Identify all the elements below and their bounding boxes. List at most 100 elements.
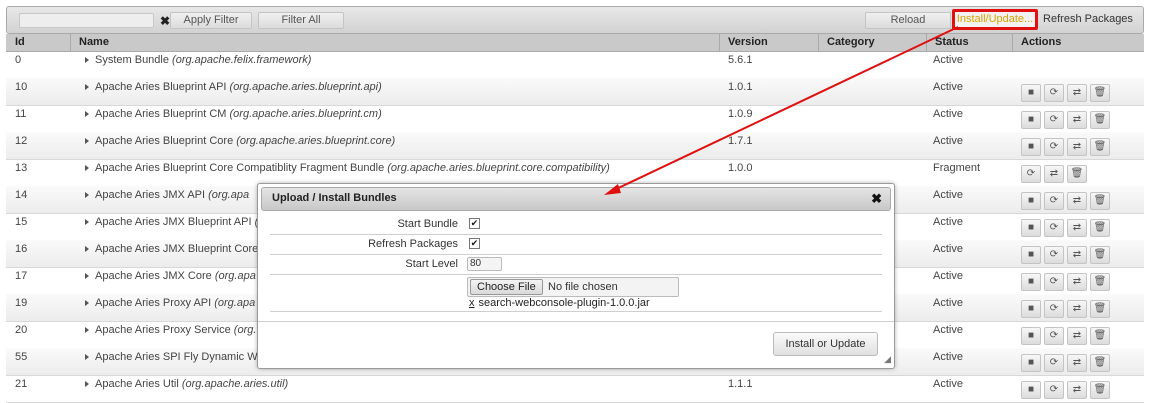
- expand-icon[interactable]: [85, 138, 89, 145]
- update-icon[interactable]: ⇄: [1067, 354, 1087, 372]
- resize-handle-icon[interactable]: ◢: [884, 354, 891, 365]
- uninstall-icon[interactable]: 🗑: [1090, 219, 1110, 237]
- expand-icon[interactable]: [85, 381, 89, 388]
- stop-icon[interactable]: ■: [1021, 192, 1041, 210]
- update-icon[interactable]: ⇄: [1067, 192, 1087, 210]
- start-bundle-checkbox[interactable]: ✔: [469, 218, 480, 229]
- uninstall-icon[interactable]: 🗑: [1067, 165, 1087, 183]
- uninstall-icon[interactable]: 🗑: [1090, 327, 1110, 345]
- bundle-name[interactable]: Apache Aries JMX Core (org.apa: [85, 270, 256, 282]
- refresh-packages-button[interactable]: Refresh Packages: [1041, 12, 1135, 27]
- expand-icon[interactable]: [85, 327, 89, 334]
- bundle-name[interactable]: Apache Aries JMX API (org.apa: [85, 189, 249, 201]
- bundle-name[interactable]: Apache Aries Blueprint CM (org.apache.ar…: [85, 108, 382, 120]
- stop-icon[interactable]: ■: [1021, 84, 1041, 102]
- stop-icon[interactable]: ■: [1021, 246, 1041, 264]
- refresh-packages-checkbox[interactable]: ✔: [469, 238, 480, 249]
- table-row[interactable]: 12 Apache Aries Blueprint Core (org.apach…: [6, 132, 1144, 160]
- refresh-icon[interactable]: ⟳: [1044, 300, 1064, 318]
- col-id[interactable]: Id: [15, 36, 25, 48]
- uninstall-icon[interactable]: 🗑: [1090, 300, 1110, 318]
- refresh-icon[interactable]: ⟳: [1044, 246, 1064, 264]
- refresh-icon[interactable]: ⟳: [1044, 219, 1064, 237]
- refresh-icon[interactable]: ⟳: [1044, 84, 1064, 102]
- refresh-icon[interactable]: ⟳: [1044, 327, 1064, 345]
- uninstall-icon[interactable]: 🗑: [1090, 246, 1110, 264]
- bundle-name[interactable]: Apache Aries Util (org.apache.aries.util…: [85, 378, 288, 390]
- uninstall-icon[interactable]: 🗑: [1090, 273, 1110, 291]
- col-status[interactable]: Status: [935, 36, 969, 48]
- col-category[interactable]: Category: [827, 36, 875, 48]
- refresh-icon[interactable]: ⟳: [1044, 138, 1064, 156]
- update-icon[interactable]: ⇄: [1067, 327, 1087, 345]
- filter-all-button[interactable]: Filter All: [258, 12, 344, 29]
- update-icon[interactable]: ⇄: [1067, 300, 1087, 318]
- stop-icon[interactable]: ■: [1021, 138, 1041, 156]
- update-icon[interactable]: ⇄: [1067, 273, 1087, 291]
- expand-icon[interactable]: [85, 300, 89, 307]
- col-name[interactable]: Name: [79, 36, 109, 48]
- stop-icon[interactable]: ■: [1021, 327, 1041, 345]
- update-icon[interactable]: ⇄: [1067, 381, 1087, 399]
- stop-icon[interactable]: ■: [1021, 300, 1041, 318]
- bundle-name[interactable]: Apache Aries SPI Fly Dynamic W: [85, 351, 258, 363]
- close-icon[interactable]: ✖: [871, 191, 882, 207]
- file-input[interactable]: Choose File No file chosen: [467, 277, 679, 297]
- stop-icon[interactable]: ■: [1021, 354, 1041, 372]
- bundle-name[interactable]: System Bundle (org.apache.felix.framewor…: [85, 54, 311, 66]
- bundle-name[interactable]: Apache Aries Blueprint Core Compatiblity…: [85, 162, 610, 174]
- install-update-button[interactable]: Install/Update...: [952, 9, 1038, 30]
- filter-input[interactable]: [19, 13, 154, 28]
- refresh-icon[interactable]: ⟳: [1044, 381, 1064, 399]
- col-version[interactable]: Version: [728, 36, 768, 48]
- uninstall-icon[interactable]: 🗑: [1090, 354, 1110, 372]
- dialog-titlebar[interactable]: Upload / Install Bundles ✖: [261, 187, 891, 211]
- bundle-name[interactable]: Apache Aries Blueprint Core (org.apache.…: [85, 135, 395, 147]
- uninstall-icon[interactable]: 🗑: [1090, 84, 1110, 102]
- expand-icon[interactable]: [85, 111, 89, 118]
- expand-icon[interactable]: [85, 273, 89, 280]
- expand-icon[interactable]: [85, 84, 89, 91]
- bundle-name[interactable]: Apache Aries Proxy Service (org.: [85, 324, 256, 336]
- update-icon[interactable]: ⇄: [1067, 84, 1087, 102]
- table-row[interactable]: 10 Apache Aries Blueprint API (org.apache…: [6, 78, 1144, 106]
- expand-icon[interactable]: [85, 57, 89, 64]
- bundle-name[interactable]: Apache Aries JMX Blueprint Core: [85, 243, 258, 255]
- install-or-update-button[interactable]: Install or Update: [773, 332, 878, 356]
- uninstall-icon[interactable]: 🗑: [1090, 381, 1110, 399]
- uninstall-icon[interactable]: 🗑: [1090, 111, 1110, 129]
- table-row[interactable]: 11 Apache Aries Blueprint CM (org.apache.…: [6, 105, 1144, 133]
- expand-icon[interactable]: [85, 354, 89, 361]
- table-row[interactable]: 0 System Bundle (org.apache.felix.framewo…: [6, 51, 1144, 79]
- start-level-input[interactable]: 80: [467, 257, 502, 271]
- stop-icon[interactable]: ■: [1021, 111, 1041, 129]
- bundle-name[interactable]: Apache Aries Proxy API (org.apa: [85, 297, 255, 309]
- refresh-icon[interactable]: ⟳: [1044, 273, 1064, 291]
- refresh-icon[interactable]: ⟳: [1044, 111, 1064, 129]
- choose-file-button[interactable]: Choose File: [470, 279, 543, 295]
- stop-icon[interactable]: ■: [1021, 381, 1041, 399]
- apply-filter-button[interactable]: Apply Filter: [170, 12, 252, 29]
- refresh-icon[interactable]: ⟳: [1044, 192, 1064, 210]
- stop-icon[interactable]: ■: [1021, 273, 1041, 291]
- expand-icon[interactable]: [85, 219, 89, 226]
- refresh-icon[interactable]: ⟳: [1021, 165, 1041, 183]
- bundle-name[interactable]: Apache Aries Blueprint API (org.apache.a…: [85, 81, 382, 93]
- uninstall-icon[interactable]: 🗑: [1090, 138, 1110, 156]
- clear-filter-icon[interactable]: ✖: [160, 14, 170, 28]
- expand-icon[interactable]: [85, 165, 89, 172]
- update-icon[interactable]: ⇄: [1044, 165, 1064, 183]
- bundle-name[interactable]: Apache Aries JMX Blueprint API (: [85, 216, 258, 228]
- update-icon[interactable]: ⇄: [1067, 219, 1087, 237]
- remove-file-link[interactable]: x: [469, 297, 475, 309]
- update-icon[interactable]: ⇄: [1067, 246, 1087, 264]
- table-row[interactable]: 21 Apache Aries Util (org.apache.aries.ut…: [6, 375, 1144, 403]
- uninstall-icon[interactable]: 🗑: [1090, 192, 1110, 210]
- update-icon[interactable]: ⇄: [1067, 111, 1087, 129]
- expand-icon[interactable]: [85, 192, 89, 199]
- reload-button[interactable]: Reload: [865, 12, 951, 29]
- refresh-icon[interactable]: ⟳: [1044, 354, 1064, 372]
- expand-icon[interactable]: [85, 246, 89, 253]
- update-icon[interactable]: ⇄: [1067, 138, 1087, 156]
- stop-icon[interactable]: ■: [1021, 219, 1041, 237]
